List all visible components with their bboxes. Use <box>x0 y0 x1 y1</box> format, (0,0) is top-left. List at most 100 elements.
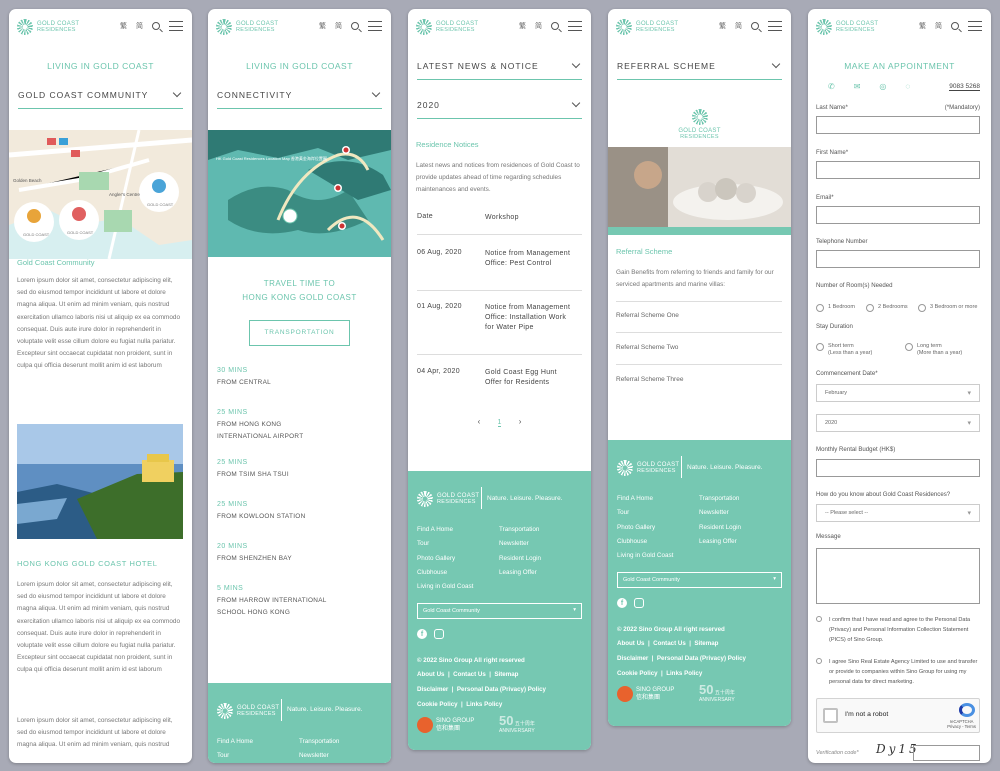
footer-community-select[interactable]: Gold Coast Community ▾ <box>617 572 782 588</box>
logo[interactable]: GOLD COAST RESIDENCES <box>416 19 478 35</box>
logo[interactable]: GOLD COAST RESIDENCES <box>616 19 678 35</box>
whatsapp-icon[interactable]: ◎ <box>879 82 886 91</box>
footer-logo[interactable]: GOLD COAST RESIDENCES <box>417 491 479 507</box>
footer-link-find-home[interactable]: Find A Home <box>217 738 253 745</box>
long-term-option[interactable]: Long term (More than a year) <box>904 343 962 357</box>
footer-link[interactable]: Newsletter <box>699 509 729 516</box>
menu-icon[interactable] <box>968 21 982 31</box>
footer-link[interactable]: Clubhouse <box>417 569 447 576</box>
lang-traditional[interactable]: 繁 <box>719 21 726 31</box>
footer-link[interactable]: Resident Login <box>499 555 541 562</box>
news-row[interactable]: 01 Aug, 2020 Notice from Management Offic… <box>417 303 582 355</box>
lang-simplified[interactable]: 简 <box>735 21 742 31</box>
footer-link[interactable]: Living in Gold Coast <box>617 552 673 559</box>
lang-traditional[interactable]: 繁 <box>919 21 926 31</box>
email-input[interactable] <box>816 206 980 224</box>
footer-link[interactable]: Newsletter <box>499 540 529 547</box>
referral-item[interactable]: Referral Scheme Two <box>616 344 782 365</box>
search-icon[interactable] <box>351 22 359 30</box>
footer-link[interactable]: Resident Login <box>699 524 741 531</box>
footer-link-tour[interactable]: Tour <box>217 752 229 759</box>
logo[interactable]: GOLD COAST RESIDENCES <box>17 19 79 35</box>
news-title[interactable]: Notice from Management Office: Pest Cont… <box>485 249 575 269</box>
phone-number[interactable]: 9083 5268 <box>949 83 980 91</box>
about-link[interactable]: About Us <box>417 671 445 678</box>
footer-link[interactable]: Living in Gold Coast <box>417 583 473 590</box>
about-link[interactable]: About Us <box>617 640 645 647</box>
facebook-icon[interactable]: f <box>417 629 427 639</box>
footer-link[interactable]: Tour <box>617 509 629 516</box>
footer-link-transportation[interactable]: Transportation <box>299 738 339 745</box>
room-option-1[interactable]: 1 Bedroom <box>816 304 855 312</box>
referral-item[interactable]: Referral Scheme Three <box>616 376 782 397</box>
cookie-link[interactable]: Cookie Policy <box>417 701 458 708</box>
year-select[interactable]: 2020 <box>816 414 980 432</box>
month-select[interactable]: February <box>816 384 980 402</box>
community-dropdown[interactable]: GOLD COAST COMMUNITY <box>18 88 183 109</box>
footer-community-select[interactable]: Gold Coast Community ▾ <box>417 603 582 619</box>
search-icon[interactable] <box>751 22 759 30</box>
sitemap-link[interactable]: Sitemap <box>694 640 718 647</box>
referral-dropdown[interactable]: REFERRAL SCHEME <box>617 59 782 80</box>
menu-icon[interactable] <box>368 21 382 31</box>
lang-simplified[interactable]: 简 <box>136 21 143 31</box>
first-name-input[interactable] <box>816 161 980 179</box>
lang-traditional[interactable]: 繁 <box>319 21 326 31</box>
sitemap-link[interactable]: Sitemap <box>494 671 518 678</box>
consent2-checkbox[interactable] <box>816 658 822 664</box>
news-title[interactable]: Gold Coast Egg Hunt Offer for Residents <box>485 368 575 388</box>
message-textarea[interactable] <box>816 548 980 604</box>
links-policy-link[interactable]: Links Policy <box>466 701 502 708</box>
menu-icon[interactable] <box>169 21 183 31</box>
search-icon[interactable] <box>551 22 559 30</box>
next-page-icon[interactable]: › <box>519 417 522 426</box>
privacy-link[interactable]: Personal Data (Privacy) Policy <box>657 655 746 662</box>
prev-page-icon[interactable]: ‹ <box>478 417 481 426</box>
contact-link[interactable]: Contact Us <box>653 640 686 647</box>
footer-link-newsletter[interactable]: Newsletter <box>299 752 329 759</box>
footer-link[interactable]: Photo Gallery <box>617 524 655 531</box>
disclaimer-link[interactable]: Disclaimer <box>417 686 448 693</box>
budget-input[interactable] <box>816 459 980 477</box>
cookie-link[interactable]: Cookie Policy <box>617 670 658 677</box>
footer-logo[interactable]: GOLD COAST RESIDENCES <box>617 460 679 476</box>
footer-link[interactable]: Find A Home <box>417 526 453 533</box>
last-name-input[interactable] <box>816 116 980 134</box>
page-number[interactable]: 1 <box>497 419 502 427</box>
source-select[interactable]: -- Please select -- <box>816 504 980 522</box>
telephone-input[interactable] <box>816 250 980 268</box>
footer-link[interactable]: Transportation <box>699 495 739 502</box>
community-map[interactable]: Golden Beach Angler's Centre GOLD COAST … <box>9 129 192 260</box>
contact-link[interactable]: Contact Us <box>453 671 486 678</box>
referral-item[interactable]: Referral Scheme One <box>616 312 782 333</box>
lang-traditional[interactable]: 繁 <box>120 21 127 31</box>
verification-input[interactable] <box>913 745 980 761</box>
news-row[interactable]: 04 Apr, 2020 Gold Coast Egg Hunt Offer fo… <box>417 368 582 400</box>
footer-link[interactable]: Tour <box>417 540 429 547</box>
lang-traditional[interactable]: 繁 <box>519 21 526 31</box>
instagram-icon[interactable] <box>434 629 444 639</box>
menu-icon[interactable] <box>768 21 782 31</box>
footer-link[interactable]: Photo Gallery <box>417 555 455 562</box>
links-policy-link[interactable]: Links Policy <box>666 670 702 677</box>
search-icon[interactable] <box>152 22 160 30</box>
news-title[interactable]: Notice from Management Office: Installat… <box>485 303 575 333</box>
footer-link[interactable]: Leasing Offer <box>499 569 537 576</box>
lang-simplified[interactable]: 简 <box>935 21 942 31</box>
connectivity-dropdown[interactable]: CONNECTIVITY <box>217 88 382 109</box>
email-icon[interactable]: ✉ <box>854 82 861 91</box>
lang-simplified[interactable]: 简 <box>535 21 542 31</box>
room-option-2[interactable]: 2 Bedrooms <box>866 304 908 312</box>
recaptcha-checkbox[interactable] <box>823 708 838 723</box>
room-option-3[interactable]: 3 Bedroom or more <box>917 304 977 312</box>
footer-link[interactable]: Clubhouse <box>617 538 647 545</box>
phone-icon[interactable]: ✆ <box>828 82 835 91</box>
search-icon[interactable] <box>951 22 959 30</box>
location-map[interactable]: HK Gold Coast Residences Location Map 香港… <box>208 130 391 257</box>
disclaimer-link[interactable]: Disclaimer <box>617 655 648 662</box>
privacy-link[interactable]: Personal Data (Privacy) Policy <box>457 686 546 693</box>
logo[interactable]: GOLD COAST RESIDENCES <box>216 19 278 35</box>
footer-logo[interactable]: GOLD COAST RESIDENCES <box>217 703 279 719</box>
year-dropdown[interactable]: 2020 <box>417 98 582 119</box>
menu-icon[interactable] <box>568 21 582 31</box>
